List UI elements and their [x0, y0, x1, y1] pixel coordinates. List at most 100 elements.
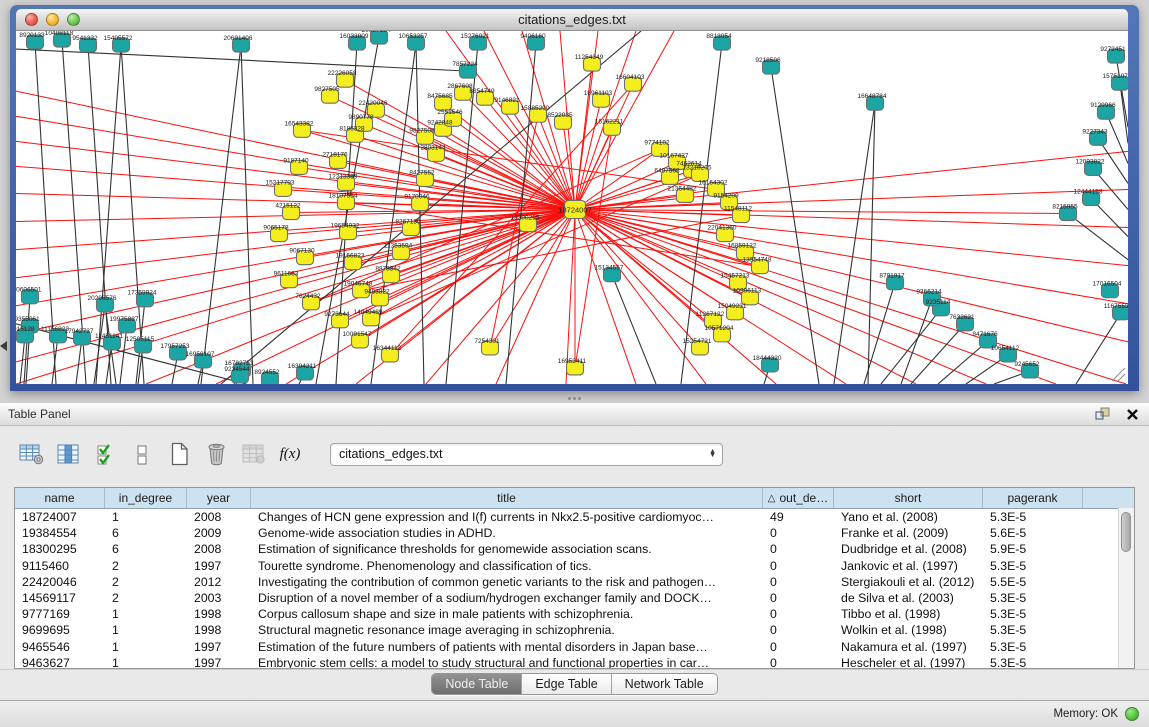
table-selector-combobox[interactable]: citations_edges.txt ▲▼ — [330, 443, 723, 466]
tab-edge-table[interactable]: Edge Table — [522, 674, 611, 694]
column-visibility-icon[interactable] — [55, 441, 81, 467]
graph-node-label: 10653257 — [399, 33, 428, 40]
minimize-window-button[interactable] — [46, 13, 59, 26]
graph-node-label: 9890778 — [348, 114, 374, 121]
cell-pagerank: 5.3E-5 — [983, 656, 1083, 669]
table-vertical-scrollbar[interactable] — [1118, 508, 1134, 668]
table-row[interactable]: 946554611997Estimation of the future num… — [15, 639, 1134, 655]
table-toolbar: f(x) citations_edges.txt ▲▼ — [0, 426, 1149, 469]
panel-splitter-handle[interactable] — [566, 395, 582, 402]
cell-pagerank: 5.5E-5 — [983, 575, 1083, 589]
graph-node-label: 10571204 — [705, 325, 734, 332]
resize-grip-icon[interactable] — [1118, 374, 1125, 381]
cell-year: 2009 — [187, 526, 251, 540]
graph-node-label: 8522035 — [547, 112, 573, 119]
graph-node-label: 9234544 — [224, 366, 250, 373]
sort-ascending-icon: △ — [768, 493, 776, 504]
graph-node-label: 11548112 — [724, 206, 752, 213]
table-row[interactable]: 946362711997Embryonic stem cells: a mode… — [15, 655, 1134, 669]
table-row[interactable]: 1456911722003Disruption of a novel membe… — [15, 590, 1134, 606]
cell-short: Jankovic et al. (1997) — [834, 559, 983, 573]
graph-node-label: 9187140 — [283, 157, 309, 164]
table-row[interactable]: 2242004622012Investigating the contribut… — [15, 574, 1134, 590]
graph-node-label: 3915128 — [16, 326, 35, 333]
graph-node-label: 16033809 — [340, 33, 369, 40]
graph-edge — [355, 135, 575, 209]
cell-in-degree: 6 — [105, 526, 187, 540]
deselect-all-icon[interactable] — [129, 441, 155, 467]
table-row[interactable]: 977716911998Corpus callosum shape and si… — [15, 606, 1134, 622]
column-header-out-de-[interactable]: △out_de… — [763, 488, 834, 508]
zoom-window-button[interactable] — [67, 13, 80, 26]
tab-network-table[interactable]: Network Table — [612, 674, 717, 694]
cell-short: Hescheler et al. (1997) — [834, 656, 983, 669]
graph-node-label: 15751074 — [1103, 73, 1128, 80]
cell-year: 2008 — [187, 542, 251, 556]
collapse-panel-arrow-icon[interactable] — [0, 341, 7, 351]
graph-node-label: 8186328 — [339, 125, 365, 132]
graph-node-label: 8267130 — [395, 219, 421, 226]
graph-node-label: 8791917 — [879, 273, 905, 280]
graph-node-label: 9146821 — [494, 97, 520, 104]
cell-short: Dudbridge et al. (2008) — [834, 542, 983, 556]
scrollbar-thumb[interactable] — [1121, 512, 1131, 552]
resize-grip-icon[interactable] — [1112, 368, 1125, 381]
cell-short: Nakamura et al. (1997) — [834, 640, 983, 654]
table-header-row: namein_degreeyeartitle△out_de…shortpager… — [15, 488, 1134, 509]
cell-name: 9463627 — [15, 656, 105, 669]
graph-node-label: 11353594 — [384, 243, 413, 250]
graph-node-label: 15276021 — [461, 33, 490, 40]
select-all-icon[interactable] — [92, 441, 118, 467]
status-bar: Memory: OK — [0, 700, 1149, 727]
cell-title: Structural magnetic resonance image aver… — [251, 623, 763, 637]
cell-title: Corpus callosum shape and size in male p… — [251, 607, 763, 621]
function-builder-icon[interactable]: f(x) — [277, 441, 303, 467]
graph-node-label: 9541332 — [72, 35, 98, 42]
graph-node-label: 9406160 — [520, 33, 546, 40]
graph-node-label: 9366214 — [916, 289, 942, 296]
cell-title: Genome-wide association studies in ADHD. — [251, 526, 763, 540]
graph-node-label: 12213389 — [329, 173, 358, 180]
network-graph-svg[interactable]: 1872400789201331040811895413321540557220… — [16, 31, 1128, 384]
cell-short: Yano et al. (2008) — [834, 510, 983, 524]
column-header-year[interactable]: year — [187, 488, 251, 508]
graph-node-label: 9235114 — [926, 299, 951, 306]
network-canvas[interactable]: 1872400789201331040811895413321540557220… — [16, 31, 1128, 384]
column-header-pagerank[interactable]: pagerank — [983, 488, 1083, 508]
delete-column-icon[interactable] — [203, 441, 229, 467]
column-header-name[interactable]: name — [15, 488, 105, 508]
float-panel-icon[interactable] — [1095, 407, 1110, 421]
table-row[interactable]: 911546021997Tourette syndrome. Phenomeno… — [15, 558, 1134, 574]
graph-node-label: 13954748 — [743, 257, 772, 264]
column-header-short[interactable]: short — [834, 488, 983, 508]
graph-node-label: 6497568 — [654, 167, 680, 174]
combobox-stepper-icon: ▲▼ — [709, 450, 718, 459]
close-window-button[interactable] — [25, 13, 38, 26]
graph-node-label: 15405572 — [104, 35, 133, 42]
cell-pagerank: 5.9E-5 — [983, 542, 1083, 556]
table-row[interactable]: 1938455462009Genome-wide association stu… — [15, 525, 1134, 541]
graph-node-label: 9493822 — [364, 289, 390, 296]
graph-node-label: 9827508 — [409, 127, 435, 134]
table-row[interactable]: 1830029562008Estimation of significance … — [15, 541, 1134, 557]
graph-node-label: 9355061 — [16, 316, 40, 323]
table-mode-icon[interactable] — [18, 441, 44, 467]
tab-node-table[interactable]: Node Table — [432, 674, 522, 694]
cell-name: 9465546 — [15, 640, 105, 654]
graph-node-label: 8920133 — [19, 32, 45, 39]
table-panel-header: Table Panel — [0, 403, 1149, 426]
table-row[interactable]: 969969511998Structural magnetic resonanc… — [15, 622, 1134, 638]
graph-node-label: 9218506 — [755, 57, 781, 64]
cell-year: 2008 — [187, 510, 251, 524]
table-row[interactable]: 1872400712008Changes of HCN gene express… — [15, 509, 1134, 525]
graph-node-label: 9242848 — [427, 119, 453, 126]
new-column-icon[interactable] — [166, 441, 192, 467]
close-panel-icon[interactable] — [1126, 408, 1139, 421]
cell-name: 19384554 — [15, 526, 105, 540]
graph-node-label: 7857224 — [452, 61, 478, 68]
column-header-title[interactable]: title — [251, 488, 763, 508]
window-titlebar[interactable]: citations_edges.txt — [16, 9, 1128, 31]
column-header-in-degree[interactable]: in_degree — [105, 488, 187, 508]
memory-status-indicator-icon — [1125, 707, 1139, 721]
graph-node-label: 8924552 — [254, 369, 280, 376]
